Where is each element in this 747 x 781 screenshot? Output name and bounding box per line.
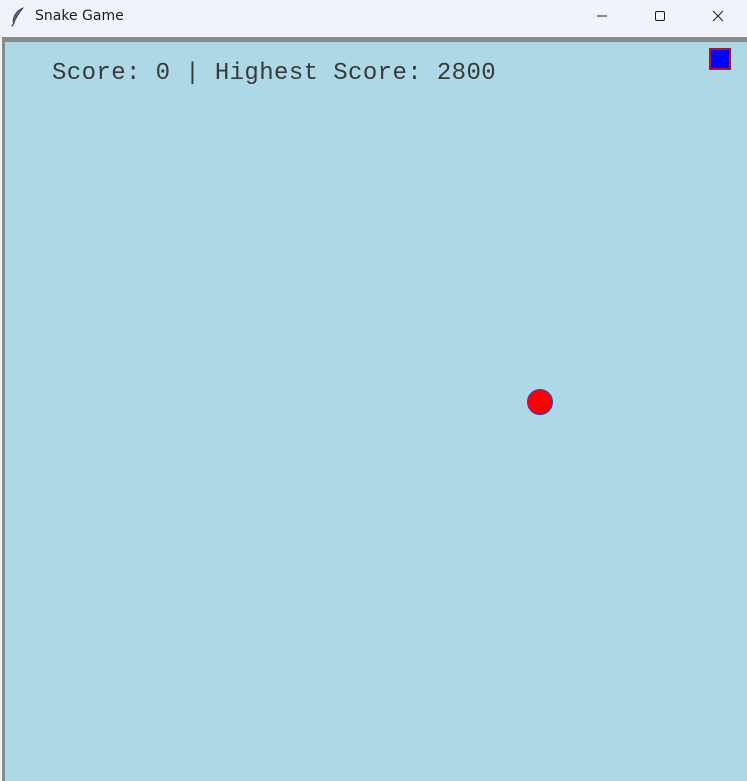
minimize-button[interactable] xyxy=(573,0,631,32)
maximize-button[interactable] xyxy=(631,0,689,32)
close-button[interactable] xyxy=(689,0,747,32)
window-title: Snake Game xyxy=(35,8,124,24)
title-bar[interactable]: Snake Game xyxy=(0,0,747,34)
feather-icon xyxy=(10,7,26,27)
game-canvas[interactable]: Score: 0 | Highest Score: 2800 xyxy=(5,42,747,781)
food-item xyxy=(527,389,553,415)
app-window: Snake Game Score: 0 | Highest Score: 280… xyxy=(0,0,747,781)
close-icon xyxy=(712,10,724,22)
score-label: Score: 0 | Highest Score: 2800 xyxy=(52,60,497,87)
minimize-icon xyxy=(596,10,608,22)
maximize-icon xyxy=(654,10,666,22)
snake-head xyxy=(709,48,731,70)
